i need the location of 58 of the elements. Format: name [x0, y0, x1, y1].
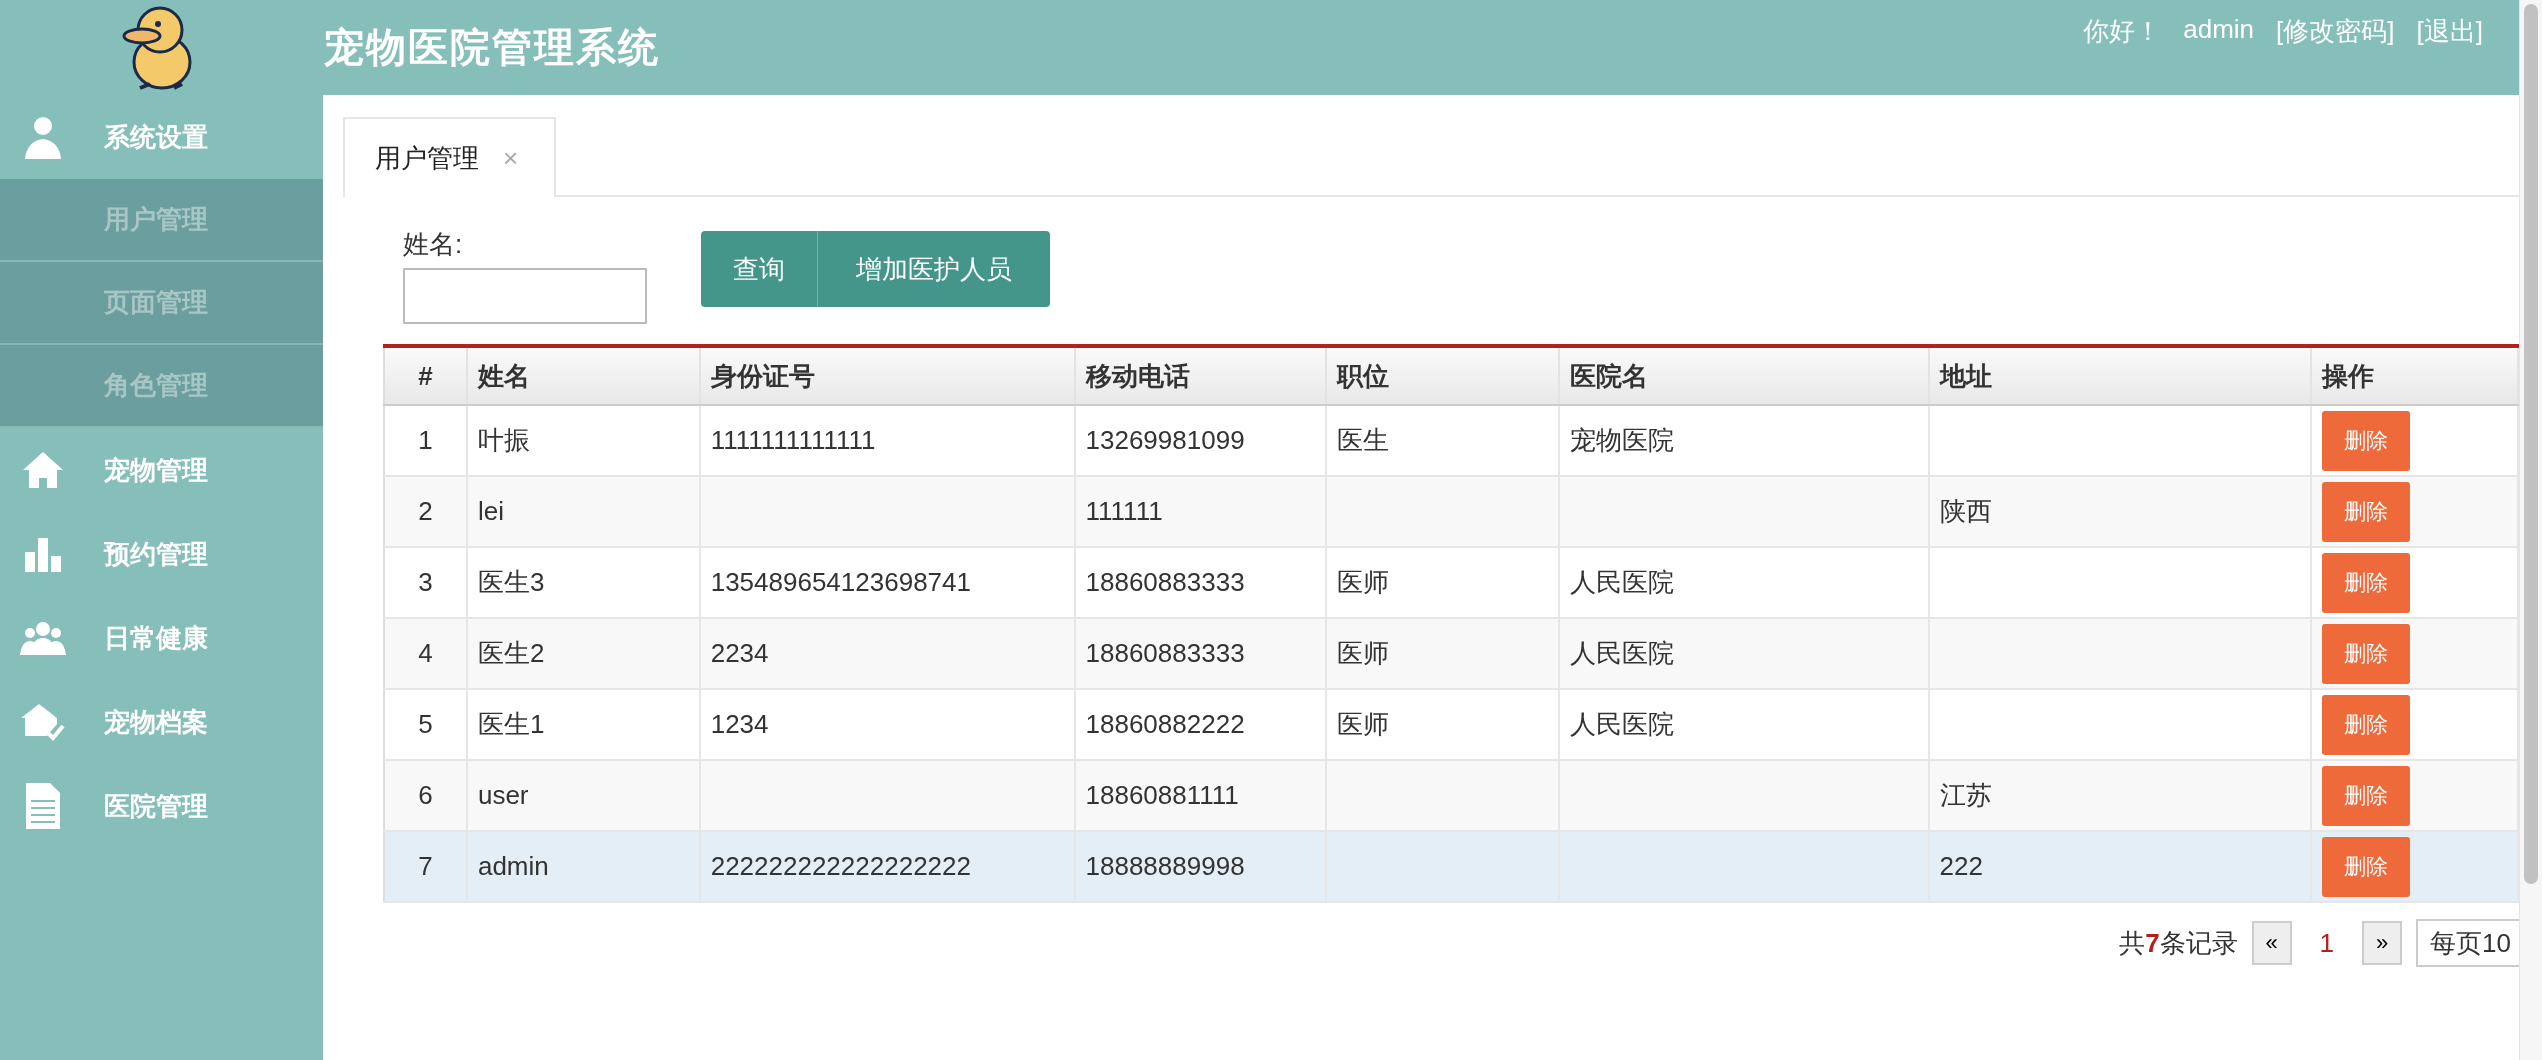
tab[interactable]: 用户管理 ×	[343, 117, 557, 197]
column-header: 姓名	[466, 346, 700, 405]
table-row[interactable]: 7 admin 222222222222222222 18888889998 222 删除	[384, 831, 2518, 902]
delete-button[interactable]: 删除	[2322, 694, 2411, 755]
sidebar-item[interactable]: 预约管理	[0, 512, 323, 596]
column-header: 身份证号	[699, 346, 1075, 405]
column-header: 医院名	[1559, 346, 1929, 405]
name-input[interactable]	[403, 268, 647, 324]
sidebar-item[interactable]: 宠物管理	[0, 428, 323, 512]
sidebar-item[interactable]: 日常健康	[0, 596, 323, 680]
column-header: 职位	[1326, 346, 1560, 405]
table-row[interactable]: 2 lei 111111 陕西 删除	[384, 476, 2518, 547]
greeting-text: 你好！	[2083, 15, 2162, 48]
column-header: 地址	[1928, 346, 2312, 405]
group-icon	[20, 621, 66, 655]
table-cell: admin	[466, 831, 700, 902]
app-title: 宠物医院管理系统	[324, 24, 660, 71]
sidebar-item[interactable]: 医院管理	[0, 764, 323, 848]
logout-link[interactable]: [退出]	[2416, 14, 2483, 49]
change-password-link[interactable]: [修改密码]	[2276, 14, 2395, 49]
column-header: #	[384, 346, 467, 405]
table-cell: 222222222222222222	[699, 831, 1075, 902]
add-staff-button[interactable]: 增加医护人员	[818, 231, 1050, 307]
username-text: admin	[2183, 14, 2255, 46]
record-count: 共7条记录	[2119, 926, 2238, 960]
scrollbar[interactable]	[2519, 0, 2542, 1060]
person-icon	[23, 115, 63, 159]
home-icon	[23, 450, 63, 490]
scrollbar-thumb[interactable]	[2524, 4, 2538, 884]
sidebar-subitem[interactable]: 页面管理	[0, 262, 323, 345]
close-icon[interactable]: ×	[503, 142, 519, 174]
delete-button[interactable]: 删除	[2322, 552, 2411, 613]
delete-button[interactable]: 删除	[2322, 410, 2411, 471]
next-page-button[interactable]: »	[2362, 921, 2403, 965]
page-link[interactable]: 1	[2305, 927, 2349, 959]
column-header: 操作	[2311, 346, 2518, 405]
table-row[interactable]: 1 叶振 1111111111111 13269981099 医生 宠物医院 删除	[384, 405, 2518, 476]
name-label: 姓名:	[403, 228, 464, 261]
sidebar-item[interactable]: 系统设置	[0, 95, 323, 179]
delete-button[interactable]: 删除	[2322, 623, 2411, 684]
delete-button[interactable]: 删除	[2322, 765, 2411, 826]
search-button[interactable]: 查询	[701, 231, 818, 307]
house-check-icon	[21, 702, 65, 742]
table-row[interactable]: 3 医生3 135489654123698741 18860883333 医师 人民医院 删除	[384, 547, 2518, 618]
table-cell: 222	[1928, 831, 2312, 902]
table-row[interactable]: 4 医生2 2234 18860883333 医师 人民医院 删除	[384, 618, 2518, 689]
previous-page-button[interactable]: «	[2251, 921, 2292, 965]
sidebar-subitem[interactable]: 角色管理	[0, 345, 323, 428]
delete-button[interactable]: 删除	[2322, 836, 2411, 897]
table-row[interactable]: 6 user 18860881111 江苏 删除	[384, 760, 2518, 831]
sidebar-item[interactable]: 宠物档案	[0, 680, 323, 764]
column-header: 移动电话	[1074, 346, 1327, 405]
table-cell: 7	[384, 831, 467, 902]
table-cell: 18888889998	[1074, 831, 1327, 902]
table-row[interactable]: 5 医生1 1234 18860882222 医师 人民医院 删除	[384, 689, 2518, 760]
delete-button[interactable]: 删除	[2322, 481, 2411, 542]
sidebar-subitem[interactable]: 用户管理	[0, 179, 323, 262]
document-icon	[26, 783, 60, 829]
